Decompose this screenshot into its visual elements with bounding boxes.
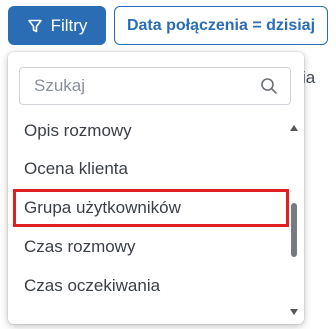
option-grupa-uzytkownikow[interactable]: Grupa użytkowników bbox=[13, 189, 289, 227]
filter-icon bbox=[27, 18, 43, 34]
filter-dropdown: Opis rozmowy Ocena klienta Grupa użytkow… bbox=[8, 52, 304, 324]
scroll-thumb[interactable] bbox=[291, 203, 297, 257]
search-input[interactable] bbox=[34, 76, 260, 96]
option-opis-rozmowy[interactable]: Opis rozmowy bbox=[13, 112, 289, 150]
filters-button-label: Filtry bbox=[50, 15, 88, 35]
option-ocena-klienta[interactable]: Ocena klienta bbox=[13, 150, 289, 188]
filters-button[interactable]: Filtry bbox=[8, 6, 106, 45]
search-box[interactable] bbox=[19, 67, 291, 105]
scrollbar[interactable] bbox=[288, 118, 300, 320]
option-czas-oczekiwania[interactable]: Czas oczekiwania bbox=[13, 267, 289, 305]
scroll-down-icon[interactable] bbox=[290, 309, 298, 315]
date-filter-chip[interactable]: Data połączenia = dzisiaj bbox=[114, 6, 328, 45]
option-czas-rozmowy[interactable]: Czas rozmowy bbox=[13, 228, 289, 266]
scroll-up-icon[interactable] bbox=[290, 125, 298, 131]
search-icon[interactable] bbox=[260, 77, 278, 95]
